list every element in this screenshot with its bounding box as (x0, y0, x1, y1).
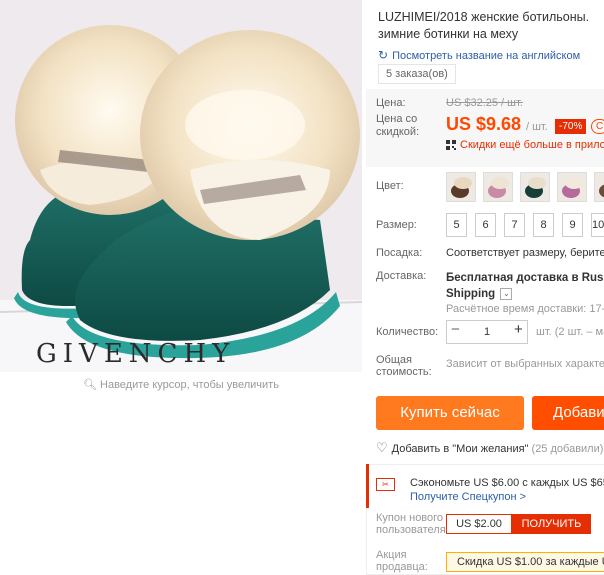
quantity-input[interactable]: 1 (475, 326, 499, 338)
size-option-6[interactable]: 6 (475, 213, 496, 237)
color-label: Цвет: (376, 180, 404, 192)
image-caption: GIVENCHY (36, 339, 235, 369)
size-option-7[interactable]: 7 (504, 213, 525, 237)
sale-price-label: Цена со скидкой: (376, 113, 420, 138)
add-to-cart-button[interactable]: Добавить (532, 396, 604, 430)
heart-icon: ♡ (376, 440, 388, 455)
old-price: US $32.25 / шт. (446, 97, 523, 109)
boots-illustration: GIVENCHY (0, 0, 362, 372)
chevron-down-icon[interactable]: ⌄ (500, 287, 513, 300)
product-title: LUZHIMEI/2018 женские ботильоны. зимние … (378, 10, 590, 41)
orders-count: 5 заказа(ов) (378, 64, 456, 84)
old-price-label: Цена: (376, 97, 406, 109)
color-swatch-pink[interactable] (483, 172, 513, 202)
wishlist-count: (25 добавили) (531, 443, 604, 455)
fit-value: Соответствует размеру, берите св (446, 247, 604, 259)
total-cost-value: Зависит от выбранных характери (446, 358, 604, 370)
promo-stripe (366, 464, 369, 508)
discount-badge: -70% (555, 119, 587, 134)
delivery-destination: Бесплатная доставка в Russian (446, 272, 604, 284)
color-swatch-brown[interactable] (446, 172, 476, 202)
product-image[interactable]: GIVENCHY (0, 0, 362, 372)
new-user-coupon-amount: US $2.00 (446, 514, 512, 534)
quantity-label: Количество: (376, 326, 439, 338)
seller-coupon[interactable]: Скидка US $1.00 за каждые US $ (446, 552, 604, 572)
get-coupon-link[interactable]: Получите Спецкупон > (410, 491, 526, 503)
size-option-8[interactable]: 8 (533, 213, 554, 237)
delivery-time: Расчётное время доставки: 17-22 (446, 303, 604, 315)
coupon-icon: ✂ (376, 478, 395, 491)
save-offer-text: Сэкономьте US $6.00 с каждых US $65.00 (410, 477, 604, 489)
delivery-value[interactable]: Бесплатная доставка в Russian Shipping ⌄ (446, 270, 604, 302)
app-discount-link[interactable]: Скидки ещё больше в прилож (460, 139, 604, 151)
zoom-hint: 🔍︎ Наведите курсор, чтобы увеличить (83, 379, 279, 391)
per-unit: / шт. (526, 121, 548, 133)
color-swatch-purple[interactable] (557, 172, 587, 202)
size-label: Размер: (376, 219, 417, 231)
sale-price: US $9.68 (446, 114, 522, 134)
buy-now-button[interactable]: Купить сейчас (376, 396, 524, 430)
new-user-coupon-label: Купон нового пользователя (376, 512, 446, 536)
size-option-10[interactable]: 10 (591, 213, 604, 237)
color-swatch-more[interactable] (594, 172, 604, 202)
seller-promo-label: Акция продавца: (376, 549, 428, 573)
translate-link[interactable]: ↻ Посмотреть название на английском (378, 48, 580, 62)
color-swatch-green[interactable] (520, 172, 550, 202)
translate-icon: ↻ (378, 48, 389, 62)
quantity-minus-button[interactable]: − (451, 321, 460, 338)
delivery-label: Доставка: (376, 270, 427, 282)
add-to-wishlist-link[interactable]: ♡ Добавить в "Мои желания" (25 добавили) (376, 440, 603, 456)
search-icon: 🔍︎ (83, 379, 98, 391)
get-new-user-coupon-button[interactable]: ПОЛУЧИТЬ (512, 514, 591, 534)
quantity-available: шт. (2 шт. – ма (536, 326, 604, 338)
quantity-plus-button[interactable]: + (514, 321, 523, 338)
size-option-9[interactable]: 9 (562, 213, 583, 237)
size-option-5[interactable]: 5 (446, 213, 467, 237)
delivery-method: Shipping (446, 288, 496, 300)
coupon-pill[interactable]: C (591, 119, 604, 134)
total-cost-label: Общая стоимость: (376, 354, 432, 378)
fit-label: Посадка: (376, 247, 423, 259)
qr-code-icon (446, 140, 456, 150)
